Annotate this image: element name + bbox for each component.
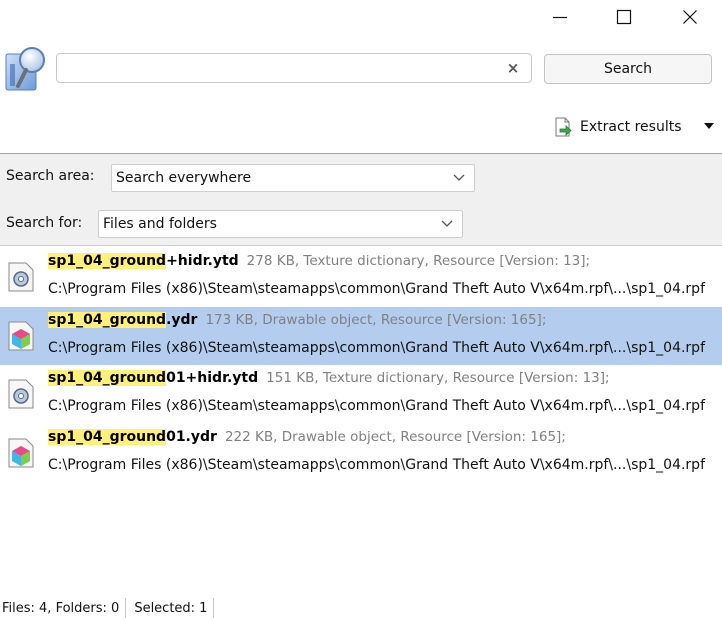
search-button[interactable]: Search xyxy=(544,54,712,84)
status-selected: Selected: 1 xyxy=(134,600,208,616)
result-row[interactable]: sp1_04_ground+hidr.ytd 278 KB, Texture di… xyxy=(0,248,722,307)
chevron-down-icon xyxy=(441,220,453,227)
search-area-value: Search everywhere xyxy=(116,170,252,186)
search-match-highlight: sp1_04_ground xyxy=(48,311,167,328)
search-options-panel: Search area: Search everywhere Search fo… xyxy=(0,153,722,246)
chevron-down-icon xyxy=(453,174,465,181)
close-icon xyxy=(683,10,697,24)
result-row[interactable]: sp1_04_ground01+hidr.ytd 151 KB, Texture … xyxy=(0,365,722,424)
file-name-rest: .ydr xyxy=(166,311,198,328)
file-name: sp1_04_ground.ydr xyxy=(48,311,198,328)
search-match-highlight: sp1_04_ground xyxy=(48,370,167,386)
clear-search-button[interactable]: × xyxy=(503,58,523,78)
texture-dictionary-icon xyxy=(8,262,34,292)
file-path: C:\Program Files (x86)\Steam\steamapps\c… xyxy=(48,398,706,414)
search-area-dropdown[interactable]: Search everywhere xyxy=(111,164,475,192)
search-match-highlight: sp1_04_ground xyxy=(48,428,167,445)
maximize-icon xyxy=(616,9,632,25)
close-button[interactable] xyxy=(660,0,720,34)
file-name: sp1_04_ground+hidr.ytd xyxy=(48,253,239,269)
extract-dropdown-arrow-icon[interactable] xyxy=(703,121,715,131)
texture-dictionary-icon xyxy=(8,379,34,409)
file-path: C:\Program Files (x86)\Steam\steamapps\c… xyxy=(48,339,706,356)
search-for-label: Search for: xyxy=(6,215,83,231)
file-name-rest: +hidr.ytd xyxy=(166,253,239,269)
minimize-icon xyxy=(553,16,567,19)
result-row[interactable]: sp1_04_ground01.ydr 222 KB, Drawable obje… xyxy=(0,424,722,483)
search-for-dropdown[interactable]: Files and folders xyxy=(98,210,463,238)
maximize-button[interactable] xyxy=(594,0,654,34)
file-name: sp1_04_ground01+hidr.ytd xyxy=(48,370,258,386)
file-details: 151 KB, Texture dictionary, Resource [Ve… xyxy=(266,370,610,386)
file-name-rest: 01.ydr xyxy=(166,428,217,445)
status-bar: Files: 4, Folders: 0 Selected: 1 xyxy=(0,596,215,620)
search-window: × Search Extract results Search area: Se… xyxy=(0,0,722,620)
file-path: C:\Program Files (x86)\Steam\steamapps\c… xyxy=(48,456,706,473)
file-details: 173 KB, Drawable object, Resource [Versi… xyxy=(205,311,547,328)
file-name: sp1_04_ground01.ydr xyxy=(48,428,217,445)
minimize-button[interactable] xyxy=(530,0,590,34)
extract-results-label: Extract results xyxy=(580,119,682,135)
search-for-value: Files and folders xyxy=(103,216,217,232)
file-path: C:\Program Files (x86)\Steam\steamapps\c… xyxy=(48,281,706,297)
drawable-object-icon xyxy=(8,321,34,350)
result-row[interactable]: sp1_04_ground.ydr 173 KB, Drawable object… xyxy=(0,306,722,365)
drawable-object-icon xyxy=(8,438,34,467)
status-divider xyxy=(213,598,215,618)
search-input[interactable] xyxy=(56,53,532,83)
search-app-icon xyxy=(5,47,45,91)
search-area-label: Search area: xyxy=(6,168,95,184)
file-details: 278 KB, Texture dictionary, Resource [Ve… xyxy=(246,253,591,269)
file-details: 222 KB, Drawable object, Resource [Versi… xyxy=(224,428,566,445)
search-match-highlight: sp1_04_ground xyxy=(48,253,167,269)
status-counts: Files: 4, Folders: 0 xyxy=(2,600,120,616)
file-name-rest: 01+hidr.ytd xyxy=(166,370,259,386)
extract-icon xyxy=(555,117,572,137)
results-list: sp1_04_ground+hidr.ytd 278 KB, Texture di… xyxy=(0,248,722,482)
extract-results-button[interactable]: Extract results xyxy=(553,115,682,139)
